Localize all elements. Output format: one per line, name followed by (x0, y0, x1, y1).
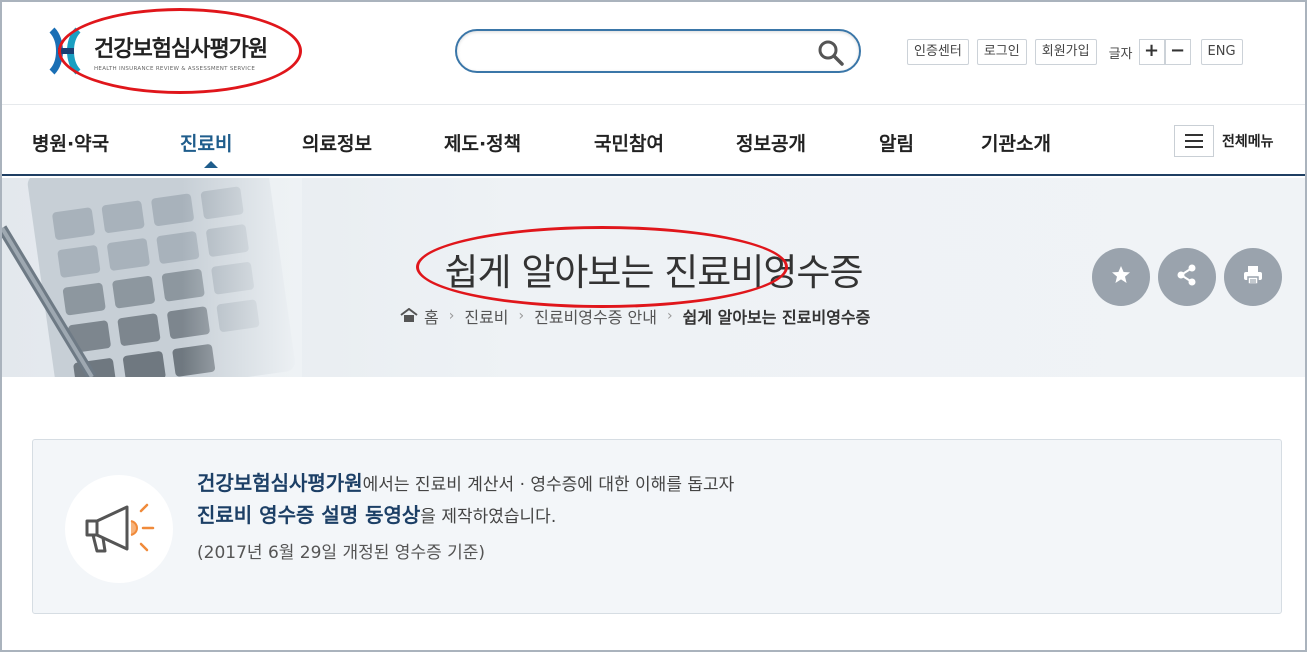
utility-links: 인증센터 로그인 회원가입 글자 + − ENG (907, 39, 1243, 65)
star-icon (1111, 265, 1131, 289)
nav-item-notice[interactable]: 알림 (879, 129, 914, 156)
notice-text: 건강보험심사평가원에서는 진료비 계산서 · 영수증에 대한 이해를 돕고자 진… (197, 468, 734, 568)
notice-video-title: 진료비 영수증 설명 동영상 (197, 503, 421, 527)
cert-center-link[interactable]: 인증센터 (907, 39, 969, 65)
search-input[interactable] (477, 39, 807, 63)
bookmark-button[interactable] (1092, 248, 1150, 306)
print-button[interactable] (1224, 248, 1282, 306)
breadcrumb: 홈 › 진료비 › 진료비영수증 안내 › 쉽게 알아보는 진료비영수증 (400, 304, 870, 328)
main-nav: 병원·약국 진료비 의료정보 제도·정책 국민참여 정보공개 알림 기관소개 전… (2, 104, 1305, 176)
notice-line1-rest: 에서는 진료비 계산서 · 영수증에 대한 이해를 돕고자 (362, 475, 735, 495)
font-size-label: 글자 (1108, 46, 1133, 62)
search-box[interactable] (455, 29, 861, 73)
share-button[interactable] (1158, 248, 1216, 306)
megaphone-badge (65, 475, 173, 583)
breadcrumb-separator-icon: › (518, 308, 525, 324)
nav-item-participation[interactable]: 국민참여 (594, 129, 664, 156)
eng-link[interactable]: ENG (1200, 39, 1243, 65)
print-icon (1242, 264, 1264, 290)
nav-item-fees[interactable]: 진료비 (180, 129, 232, 156)
share-icon (1176, 264, 1198, 290)
nav-item-disclosure[interactable]: 정보공개 (736, 129, 806, 156)
page-banner: 쉽게 알아보는 진료비영수증 홈 › 진료비 › 진료비영수증 안내 › 쉽게 … (2, 178, 1305, 377)
nav-item-about[interactable]: 기관소개 (981, 129, 1051, 156)
notice-line-1: 건강보험심사평가원에서는 진료비 계산서 · 영수증에 대한 이해를 돕고자 (197, 468, 734, 500)
notice-line-3: (2017년 6월 29일 개정된 영수증 기준) (197, 543, 486, 563)
breadcrumb-current: 쉽게 알아보는 진료비영수증 (682, 308, 871, 327)
font-minus-button[interactable]: − (1164, 39, 1191, 65)
font-plus-button[interactable]: + (1138, 39, 1165, 65)
all-menu-button[interactable]: 전체메뉴 (1174, 125, 1274, 157)
home-icon[interactable] (400, 307, 418, 326)
all-menu-label: 전체메뉴 (1222, 134, 1274, 150)
hamburger-icon (1174, 125, 1214, 157)
notice-line2-rest: 을 제작하였습니다. (420, 507, 557, 527)
search-icon[interactable] (817, 39, 845, 67)
breadcrumb-receipt-guide[interactable]: 진료비영수증 안내 (534, 304, 657, 328)
notice-box: 건강보험심사평가원에서는 진료비 계산서 · 영수증에 대한 이해를 돕고자 진… (32, 439, 1282, 614)
active-nav-caret-icon (204, 161, 218, 168)
site-header: 건강보험심사평가원 HEALTH INSURANCE REVIEW & ASSE… (2, 2, 1305, 102)
nav-item-hospital[interactable]: 병원·약국 (32, 129, 109, 156)
megaphone-icon (79, 497, 159, 561)
nav-item-policy[interactable]: 제도·정책 (444, 129, 521, 156)
breadcrumb-separator-icon: › (448, 308, 455, 324)
notice-line-2: 진료비 영수증 설명 동영상을 제작하였습니다. (197, 500, 734, 532)
annotation-oval-logo (58, 8, 302, 94)
nav-item-medical-info[interactable]: 의료정보 (302, 129, 372, 156)
login-link[interactable]: 로그인 (976, 39, 1027, 65)
breadcrumb-home[interactable]: 홈 (424, 304, 439, 328)
breadcrumb-separator-icon: › (666, 308, 673, 324)
breadcrumb-fees[interactable]: 진료비 (464, 304, 508, 328)
notice-org-name: 건강보험심사평가원 (197, 471, 363, 495)
signup-link[interactable]: 회원가입 (1034, 39, 1097, 65)
annotation-oval-title (416, 226, 788, 308)
